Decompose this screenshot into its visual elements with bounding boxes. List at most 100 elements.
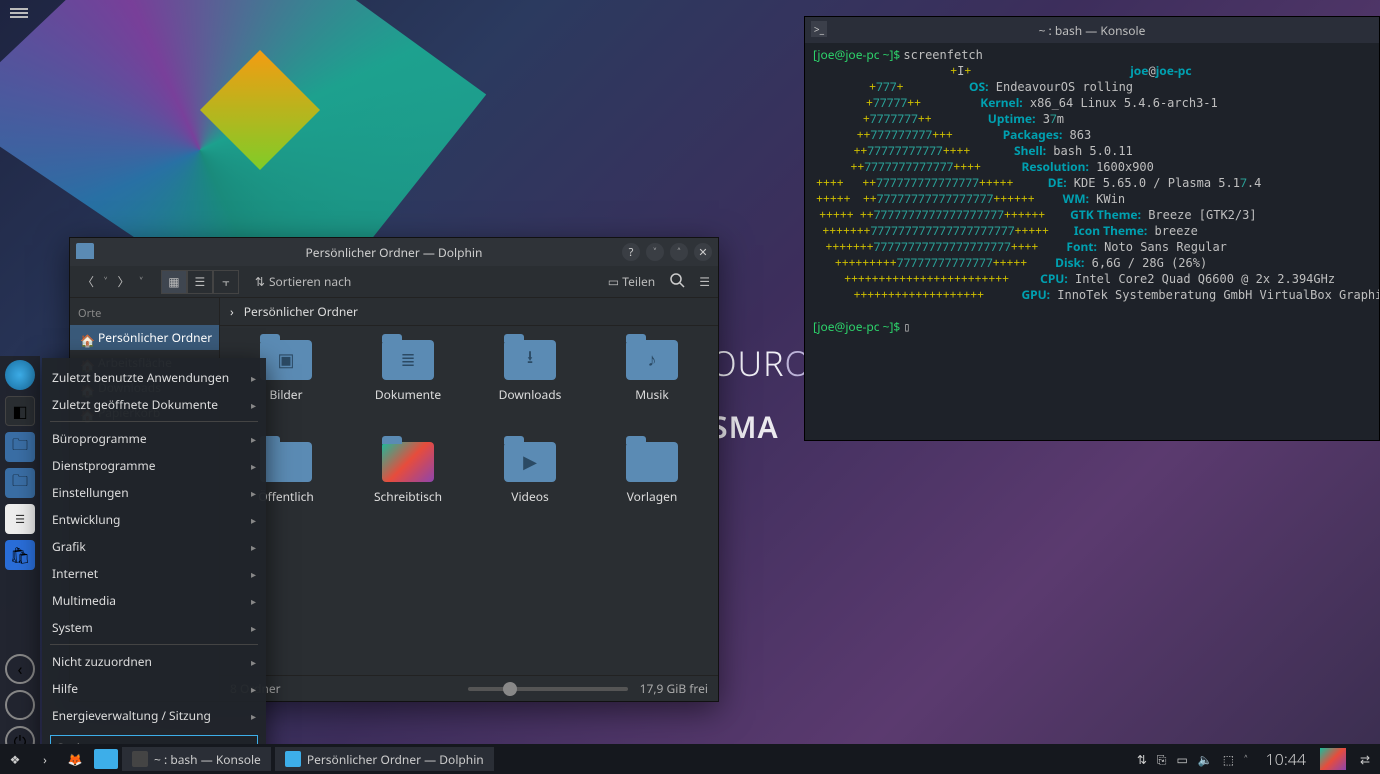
menu-item[interactable]: Zuletzt geöffnete Dokumente▸	[42, 391, 266, 418]
menu-item[interactable]: Multimedia▸	[42, 587, 266, 614]
menu-item[interactable]: Grafik▸	[42, 533, 266, 560]
chevron-right-icon: ▸	[251, 398, 256, 412]
dolphin-title: Persönlicher Ordner — Dolphin	[306, 244, 483, 261]
task-konsole[interactable]: ~ : bash — Konsole	[122, 747, 271, 771]
free-space: 17,9 GiB frei	[640, 680, 708, 697]
menu-item[interactable]: Internet▸	[42, 560, 266, 587]
chevron-right-icon: ▸	[251, 540, 256, 554]
menu-item[interactable]: System▸	[42, 614, 266, 641]
folder-icon	[76, 243, 94, 259]
chevron-right-icon: ▸	[251, 459, 256, 473]
places-header: Orte	[70, 302, 219, 325]
dolphin-launcher-icon[interactable]	[94, 749, 118, 769]
chevron-right-icon: ▸	[251, 655, 256, 669]
panel-settings-icon[interactable]: ⇄	[1350, 744, 1380, 774]
menu-item[interactable]: Dienstprogramme▸	[42, 452, 266, 479]
show-desktop-icon[interactable]	[1320, 748, 1346, 770]
maximize-button[interactable]: ˄	[670, 243, 688, 261]
folder-item[interactable]: Schreibtisch	[350, 442, 466, 538]
menu-button[interactable]: ☰	[699, 273, 710, 290]
usb-icon[interactable]: ⇅	[1137, 751, 1147, 768]
back-ring-icon[interactable]: ‹	[5, 654, 35, 684]
dolphin-toolbar: 〈˅ 〉˅ ▦ ☰ ⫟ ⇅ Sortieren nach ▭ Teilen ☰	[70, 266, 718, 298]
zoom-slider[interactable]	[468, 687, 628, 691]
folder-item[interactable]: ♪Musik	[594, 340, 710, 436]
files-icon[interactable]: 🗀	[5, 432, 35, 462]
volume-icon[interactable]: 🔈	[1198, 751, 1213, 768]
view-columns[interactable]: ⫟	[213, 270, 239, 294]
folder-icon	[382, 442, 434, 482]
share-button[interactable]: ▭ Teilen	[608, 273, 655, 290]
store-icon[interactable]: 🛍	[5, 540, 35, 570]
dolphin-titlebar[interactable]: Persönlicher Ordner — Dolphin ? ˅ ˄ ✕	[70, 238, 718, 266]
folder-label: Dokumente	[375, 386, 441, 403]
folder-label: Downloads	[499, 386, 562, 403]
sort-icon: ⇅	[255, 273, 265, 290]
sidebar-item[interactable]: 🏠Persönlicher Ordner	[70, 325, 219, 350]
menu-item[interactable]: Büroprogramme▸	[42, 425, 266, 452]
network-icon[interactable]: ⬚	[1223, 751, 1234, 768]
minimize-button[interactable]: ˅	[646, 243, 664, 261]
konsole-titlebar[interactable]: >_ ~ : bash — Konsole	[805, 17, 1379, 43]
folder-icon	[626, 442, 678, 482]
panel-menu-icon[interactable]: ›	[30, 744, 60, 774]
chevron-right-icon: ▸	[251, 432, 256, 446]
sort-button[interactable]: ⇅ Sortieren nach	[255, 273, 351, 290]
terminal-output[interactable]: [joe@joe-pc ~]$ screenfetch +I+ joe@joe-…	[805, 43, 1379, 440]
folder-icon: ⭳	[504, 340, 556, 380]
folder-icon	[285, 751, 301, 767]
menu-item[interactable]: Zuletzt benutzte Anwendungen▸	[42, 364, 266, 391]
back-button[interactable]: 〈	[78, 271, 98, 292]
konsole-window: >_ ~ : bash — Konsole [joe@joe-pc ~]$ sc…	[804, 16, 1380, 441]
system-tray: ⇅ ⎘ ▭ 🔈 ⬚ ˄	[1129, 751, 1256, 768]
menu-item[interactable]: Hilfe▸	[42, 675, 266, 702]
notes-icon[interactable]: ☰	[5, 504, 35, 534]
chevron-right-icon: ▸	[251, 709, 256, 723]
terminal-icon	[132, 751, 148, 767]
close-button[interactable]: ✕	[694, 243, 712, 261]
app-launcher-icon[interactable]: ❖	[0, 744, 30, 774]
tray-expand-icon[interactable]: ˄	[1244, 751, 1247, 768]
place-icon: 🏠	[80, 332, 92, 344]
global-menu-icon[interactable]	[10, 6, 28, 20]
terminal-icon: >_	[811, 21, 827, 37]
help-button[interactable]: ?	[622, 243, 640, 261]
recent-ring-icon[interactable]	[5, 690, 35, 720]
chevron-right-icon: ▸	[251, 371, 256, 385]
chevron-right-icon: ›	[230, 303, 234, 320]
panel-clock[interactable]: 10:44	[1256, 748, 1316, 770]
folder-label: Vorlagen	[627, 488, 678, 505]
folder-item[interactable]: ▶Videos	[472, 442, 588, 538]
folder-item[interactable]: ≣ Dokumente	[350, 340, 466, 436]
menu-item[interactable]: Nicht zuzuordnen▸	[42, 648, 266, 675]
firefox-icon[interactable]: 🦊	[60, 744, 90, 774]
chevron-right-icon: ▸	[251, 621, 256, 635]
files2-icon[interactable]: 🗀	[5, 468, 35, 498]
menu-item[interactable]: Entwicklung▸	[42, 506, 266, 533]
view-details[interactable]: ☰	[187, 270, 213, 294]
forward-menu[interactable]: ˅	[135, 271, 146, 292]
folder-icon: ♪	[626, 340, 678, 380]
activities-icon[interactable]: ◧	[5, 396, 35, 426]
search-button[interactable]	[669, 272, 685, 292]
folder-icon	[260, 442, 312, 482]
back-menu[interactable]: ˅	[100, 271, 111, 292]
folder-icon: ≣	[382, 340, 434, 380]
folder-label: Schreibtisch	[374, 488, 442, 505]
folder-label: Bilder	[269, 386, 302, 403]
folder-item[interactable]: ⭳ Downloads	[472, 340, 588, 436]
menu-item[interactable]: Energieverwaltung / Sitzung▸	[42, 702, 266, 729]
chevron-right-icon: ▸	[251, 682, 256, 696]
clipboard-icon[interactable]: ⎘	[1157, 751, 1167, 768]
forward-button[interactable]: 〉	[113, 271, 133, 292]
display-icon[interactable]: ▭	[1176, 751, 1187, 768]
bottom-panel: ❖ › 🦊 ~ : bash — Konsole Persönlicher Or…	[0, 744, 1380, 774]
view-icons[interactable]: ▦	[161, 270, 187, 294]
task-dolphin[interactable]: Persönlicher Ordner — Dolphin	[275, 747, 494, 771]
application-menu: Zuletzt benutzte Anwendungen▸Zuletzt geö…	[42, 358, 266, 767]
breadcrumb[interactable]: › Persönlicher Ordner	[220, 298, 718, 326]
folder-grid: ▣Bilder≣Dokumente⭳Downloads♪MusikÖffentl…	[220, 326, 718, 675]
menu-item[interactable]: Einstellungen▸	[42, 479, 266, 506]
launcher-gear-icon[interactable]	[5, 360, 35, 390]
folder-item[interactable]: Vorlagen	[594, 442, 710, 538]
